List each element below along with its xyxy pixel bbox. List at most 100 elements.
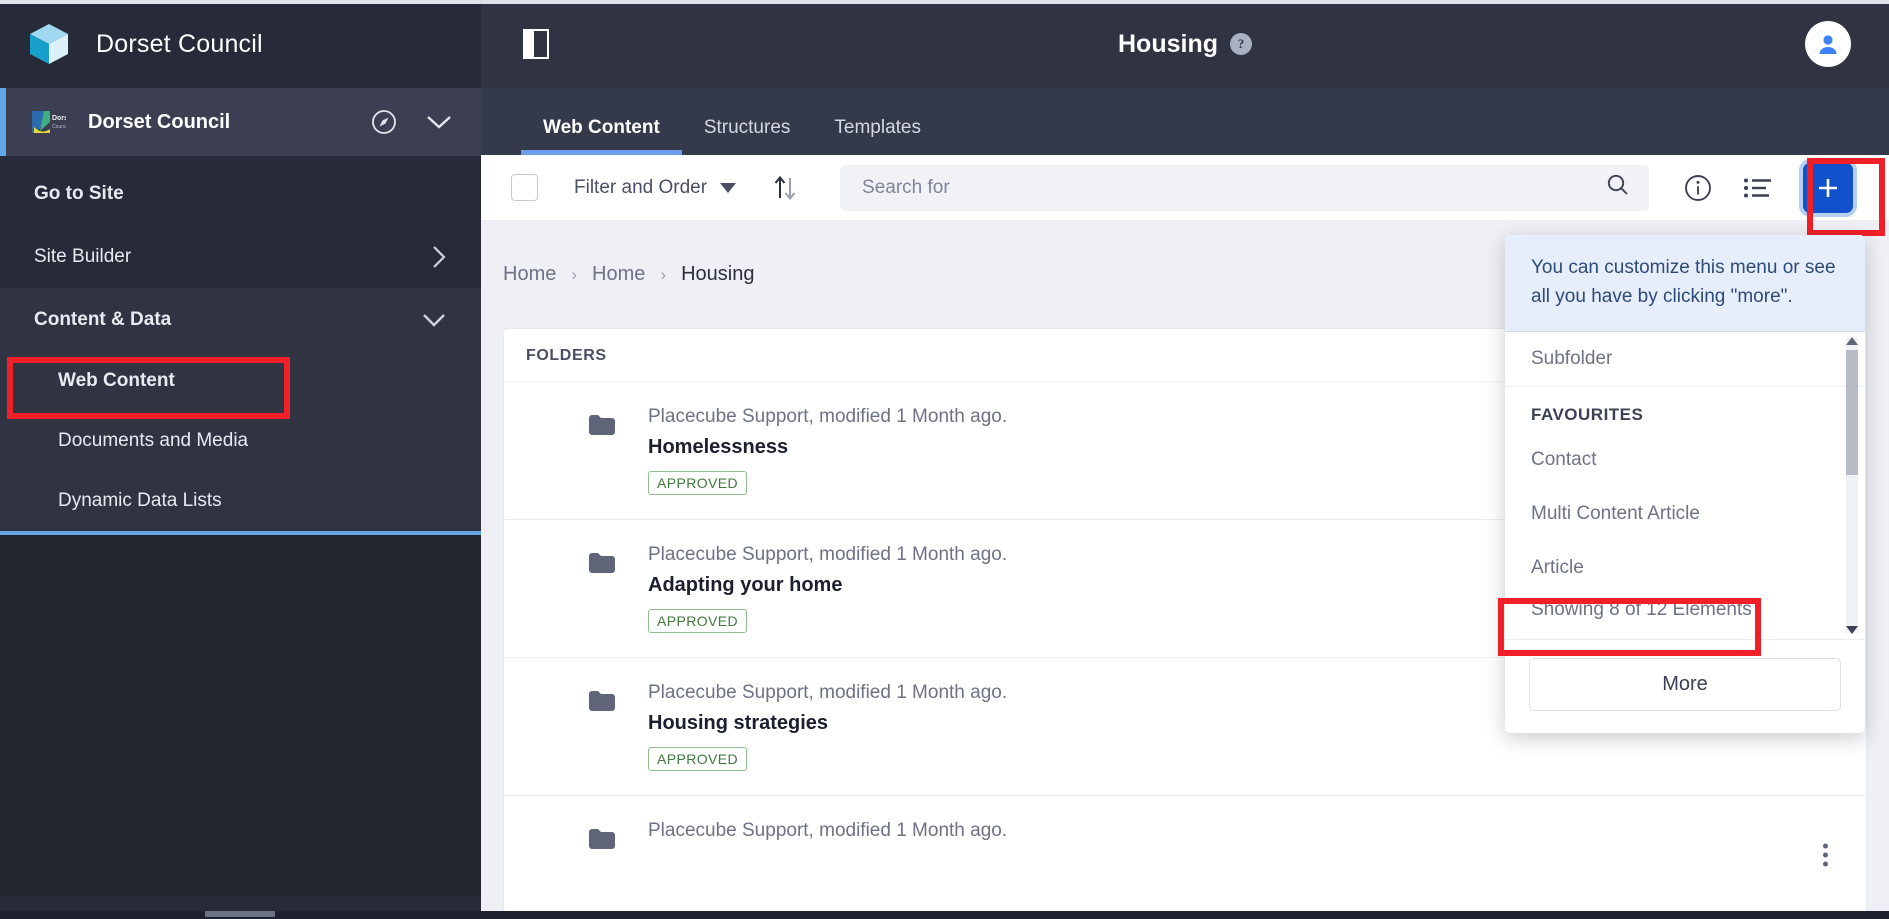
- sidebar-item-web-content[interactable]: Web Content: [0, 351, 481, 411]
- horizontal-scrollbar-thumb[interactable]: [205, 911, 275, 917]
- content-toolbar: Filter and Order: [481, 155, 1889, 221]
- filter-and-order-label: Filter and Order: [574, 177, 707, 199]
- breadcrumb-item-housing: Housing: [681, 263, 754, 286]
- site-row-actions: [371, 88, 453, 156]
- product-brand[interactable]: Dorset Council: [0, 0, 481, 88]
- folder-icon: [588, 690, 616, 717]
- sidebar-item-dynamic-data-lists[interactable]: Dynamic Data Lists: [0, 471, 481, 531]
- scroll-down-arrow-icon[interactable]: [1846, 623, 1858, 637]
- row-title[interactable]: Housing strategies: [648, 712, 1007, 735]
- sidebar-group-content-and-data: Content & Data Web Content Documents and…: [0, 288, 481, 895]
- sidebar-item-label: Dynamic Data Lists: [58, 490, 222, 512]
- dropdown-showing-count: Showing 8 of 12 Elements: [1505, 595, 1865, 637]
- svg-text:Council: Council: [52, 124, 66, 130]
- table-row[interactable]: Placecube Support, modified 1 Month ago.: [504, 796, 1866, 914]
- status-badge: APPROVED: [648, 471, 747, 495]
- sidebar-empty-area: [0, 535, 481, 895]
- help-icon[interactable]: ?: [1230, 33, 1252, 55]
- dropdown-scrollbar-thumb[interactable]: [1846, 350, 1858, 475]
- folder-icon: [588, 828, 616, 855]
- row-meta: Placecube Support, modified 1 Month ago.: [648, 544, 1007, 566]
- content-tabs: Web Content Structures Templates: [481, 88, 1889, 155]
- folder-icon: [588, 414, 616, 441]
- tab-label: Structures: [704, 117, 791, 138]
- svg-text:Dorset: Dorset: [52, 115, 66, 122]
- row-body: Placecube Support, modified 1 Month ago.…: [648, 682, 1007, 771]
- row-body: Placecube Support, modified 1 Month ago.…: [648, 544, 1007, 633]
- left-sidebar: Dorset Council Dorset Council Dorset Cou…: [0, 0, 481, 919]
- chevron-down-icon: [720, 183, 736, 193]
- dropdown-section-favourites: FAVOURITES: [1505, 387, 1865, 433]
- row-meta: Placecube Support, modified 1 Month ago.: [648, 682, 1007, 704]
- sidebar-item-label: Web Content: [58, 370, 175, 392]
- sidebar-subnav: Web Content Documents and Media Dynamic …: [0, 351, 481, 531]
- compass-icon[interactable]: [371, 109, 397, 135]
- dropdown-scroll-area: Subfolder FAVOURITES Contact Multi Conte…: [1505, 332, 1865, 639]
- liferay-admin-screen: Dorset Council Dorset Council Dorset Cou…: [0, 0, 1889, 919]
- folder-icon: [588, 552, 616, 579]
- row-meta: Placecube Support, modified 1 Month ago.: [648, 406, 1007, 428]
- add-menu-dropdown: You can customize this menu or see all y…: [1505, 235, 1865, 733]
- chevron-right-icon: ›: [571, 265, 577, 285]
- row-body: Placecube Support, modified 1 Month ago.: [648, 820, 1007, 842]
- sidebar-item-go-to-site[interactable]: Go to Site: [0, 162, 481, 225]
- sidebar-item-content-and-data[interactable]: Content & Data: [0, 288, 481, 351]
- breadcrumb-item-home-1[interactable]: Home: [503, 263, 556, 286]
- sort-arrows-icon[interactable]: [772, 173, 798, 203]
- search-box[interactable]: [840, 165, 1649, 211]
- tab-web-content[interactable]: Web Content: [521, 117, 682, 155]
- dropdown-hint-text: You can customize this menu or see all y…: [1505, 235, 1865, 332]
- avatar[interactable]: [1805, 21, 1851, 67]
- chevron-right-icon: [431, 244, 447, 270]
- menu-item-multi-content-article[interactable]: Multi Content Article: [1505, 487, 1865, 541]
- dorset-council-logo-icon: Dorset Council: [30, 109, 66, 135]
- site-name-label: Dorset Council: [88, 111, 230, 134]
- site-selector[interactable]: Dorset Council Dorset Council: [0, 88, 481, 156]
- row-meta: Placecube Support, modified 1 Month ago.: [648, 820, 1007, 842]
- toolbar-actions: [1683, 163, 1853, 213]
- main-content: Filter and Order: [481, 155, 1889, 919]
- add-button[interactable]: [1803, 163, 1853, 213]
- chevron-down-icon[interactable]: [425, 113, 453, 131]
- list-view-icon[interactable]: [1743, 176, 1773, 200]
- page-title: Housing: [1118, 30, 1218, 59]
- menu-item-subfolder[interactable]: Subfolder: [1505, 332, 1865, 386]
- status-badge: APPROVED: [648, 747, 747, 771]
- row-actions-menu-icon[interactable]: [1823, 843, 1828, 866]
- sidebar-item-label: Site Builder: [34, 246, 131, 268]
- menu-item-contact[interactable]: Contact: [1505, 433, 1865, 487]
- sidebar-item-label: Documents and Media: [58, 430, 248, 452]
- sidebar-primary-nav: Go to Site Site Builder: [0, 156, 481, 288]
- tab-label: Web Content: [543, 117, 660, 138]
- select-all-checkbox[interactable]: [511, 174, 538, 201]
- product-brand-label: Dorset Council: [96, 30, 263, 59]
- top-header-bar: Housing ?: [481, 0, 1889, 88]
- chevron-right-icon: ›: [660, 265, 666, 285]
- search-input[interactable]: [862, 177, 1605, 199]
- status-badge: APPROVED: [648, 609, 747, 633]
- tab-label: Templates: [834, 117, 921, 138]
- browser-top-edge: [0, 0, 1889, 4]
- tab-structures[interactable]: Structures: [682, 117, 813, 155]
- bottom-edge: [0, 911, 1889, 919]
- panel-toggle-icon[interactable]: [523, 29, 549, 59]
- sidebar-item-site-builder[interactable]: Site Builder: [0, 225, 481, 288]
- row-body: Placecube Support, modified 1 Month ago.…: [648, 406, 1007, 495]
- sidebar-item-documents-and-media[interactable]: Documents and Media: [0, 411, 481, 471]
- more-button[interactable]: More: [1529, 658, 1841, 711]
- breadcrumb-item-home-2[interactable]: Home: [592, 263, 645, 286]
- sidebar-item-label: Content & Data: [34, 309, 171, 331]
- row-title[interactable]: Adapting your home: [648, 574, 1007, 597]
- page-title-group: Housing ?: [481, 30, 1889, 59]
- info-circle-icon[interactable]: [1683, 173, 1713, 203]
- search-icon[interactable]: [1605, 172, 1631, 203]
- sidebar-item-label: Go to Site: [34, 183, 124, 205]
- cube-logo-icon: [28, 22, 70, 66]
- tab-templates[interactable]: Templates: [812, 117, 943, 155]
- scroll-up-arrow-icon[interactable]: [1846, 334, 1858, 348]
- filter-and-order-dropdown[interactable]: Filter and Order: [574, 177, 736, 199]
- row-title[interactable]: Homelessness: [648, 436, 1007, 459]
- dropdown-footer: More: [1505, 639, 1865, 733]
- chevron-down-icon[interactable]: [421, 311, 447, 329]
- menu-item-article[interactable]: Article: [1505, 541, 1865, 595]
